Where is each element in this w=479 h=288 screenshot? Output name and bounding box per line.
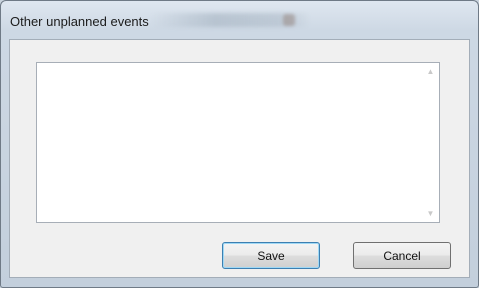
scroll-up-icon[interactable]: ▲ bbox=[422, 63, 439, 80]
dialog-body: ▲ ▼ Save Cancel bbox=[9, 39, 470, 278]
background-blur-icon bbox=[283, 14, 295, 26]
save-button[interactable]: Save bbox=[222, 242, 320, 269]
title-bar[interactable]: Other unplanned events bbox=[1, 1, 478, 37]
cancel-button[interactable]: Cancel bbox=[353, 242, 451, 269]
scroll-down-icon[interactable]: ▼ bbox=[422, 205, 439, 222]
events-text-box: ▲ ▼ bbox=[36, 62, 440, 223]
window-title: Other unplanned events bbox=[10, 14, 149, 29]
dialog-window: Other unplanned events ▲ ▼ Save Cancel bbox=[0, 0, 479, 288]
events-textarea[interactable] bbox=[37, 63, 423, 222]
vertical-scrollbar[interactable]: ▲ ▼ bbox=[422, 63, 439, 222]
